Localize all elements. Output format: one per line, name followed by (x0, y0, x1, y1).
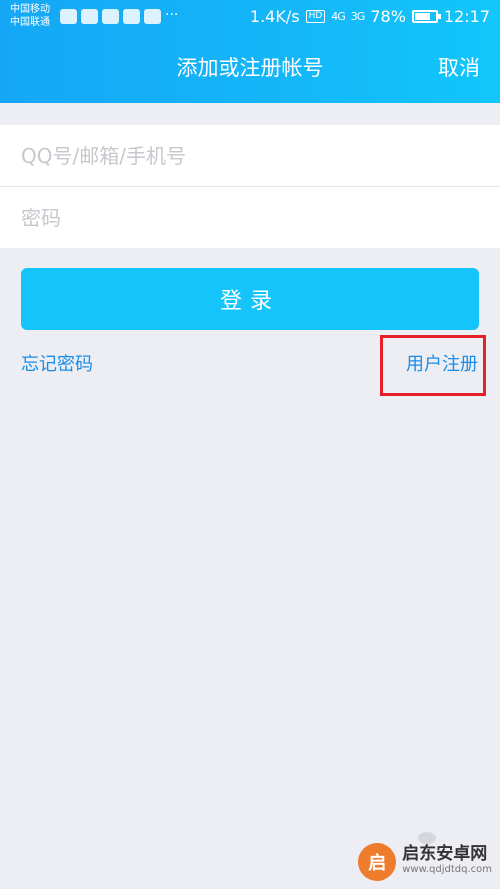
password-field (0, 187, 500, 248)
status-bar: 中国移动 中国联通 ··· 1.4K/s HD 4G 3G 78% 12:17 (0, 0, 500, 34)
notification-icons: ··· (60, 7, 179, 24)
carrier-1: 中国移动 (10, 4, 50, 15)
account-input[interactable] (21, 143, 500, 168)
login-button[interactable]: 登录 (21, 268, 479, 330)
status-right: 1.4K/s HD 4G 3G 78% 12:17 (250, 7, 490, 26)
watermark-text: 启东安卓网 www.qdjdtdq.com (402, 846, 492, 878)
forgot-password-link[interactable]: 忘记密码 (21, 350, 93, 376)
page-title: 添加或注册帐号 (176, 56, 324, 80)
clock: 12:17 (443, 7, 490, 26)
watermark-logo-icon: 启 (358, 843, 397, 881)
account-field (0, 125, 500, 186)
baidu-notification-icon (81, 9, 98, 24)
carrier-2: 中国联通 (10, 17, 50, 28)
carrier-info: 中国移动 中国联通 (10, 3, 50, 29)
app-notification-icon (60, 9, 77, 24)
hd-badge: HD (305, 10, 326, 23)
stock-notification-icon (144, 9, 161, 24)
password-input[interactable] (21, 205, 500, 230)
watermark-url: www.qdjdtdq.com (402, 864, 492, 875)
net-speed: 1.4K/s (249, 7, 300, 26)
cancel-button[interactable]: 取消 (438, 52, 480, 82)
watermark-name: 启东安卓网 (402, 844, 488, 864)
login-form (0, 125, 500, 248)
map-notification-icon (123, 9, 140, 24)
app-header: 中国移动 中国联通 ··· 1.4K/s HD 4G 3G 78% 12:17 … (0, 0, 500, 103)
battery-percent: 78% (370, 7, 406, 26)
signal-4g-icon: 4G (331, 10, 345, 23)
more-notifications-icon: ··· (165, 7, 179, 23)
battery-icon (411, 10, 441, 23)
site-watermark: 启 启东安卓网 www.qdjdtdq.com (358, 843, 492, 881)
register-highlight-box (380, 335, 486, 396)
signal-3g-icon: 3G (350, 10, 365, 23)
cloud-notification-icon (102, 9, 119, 24)
